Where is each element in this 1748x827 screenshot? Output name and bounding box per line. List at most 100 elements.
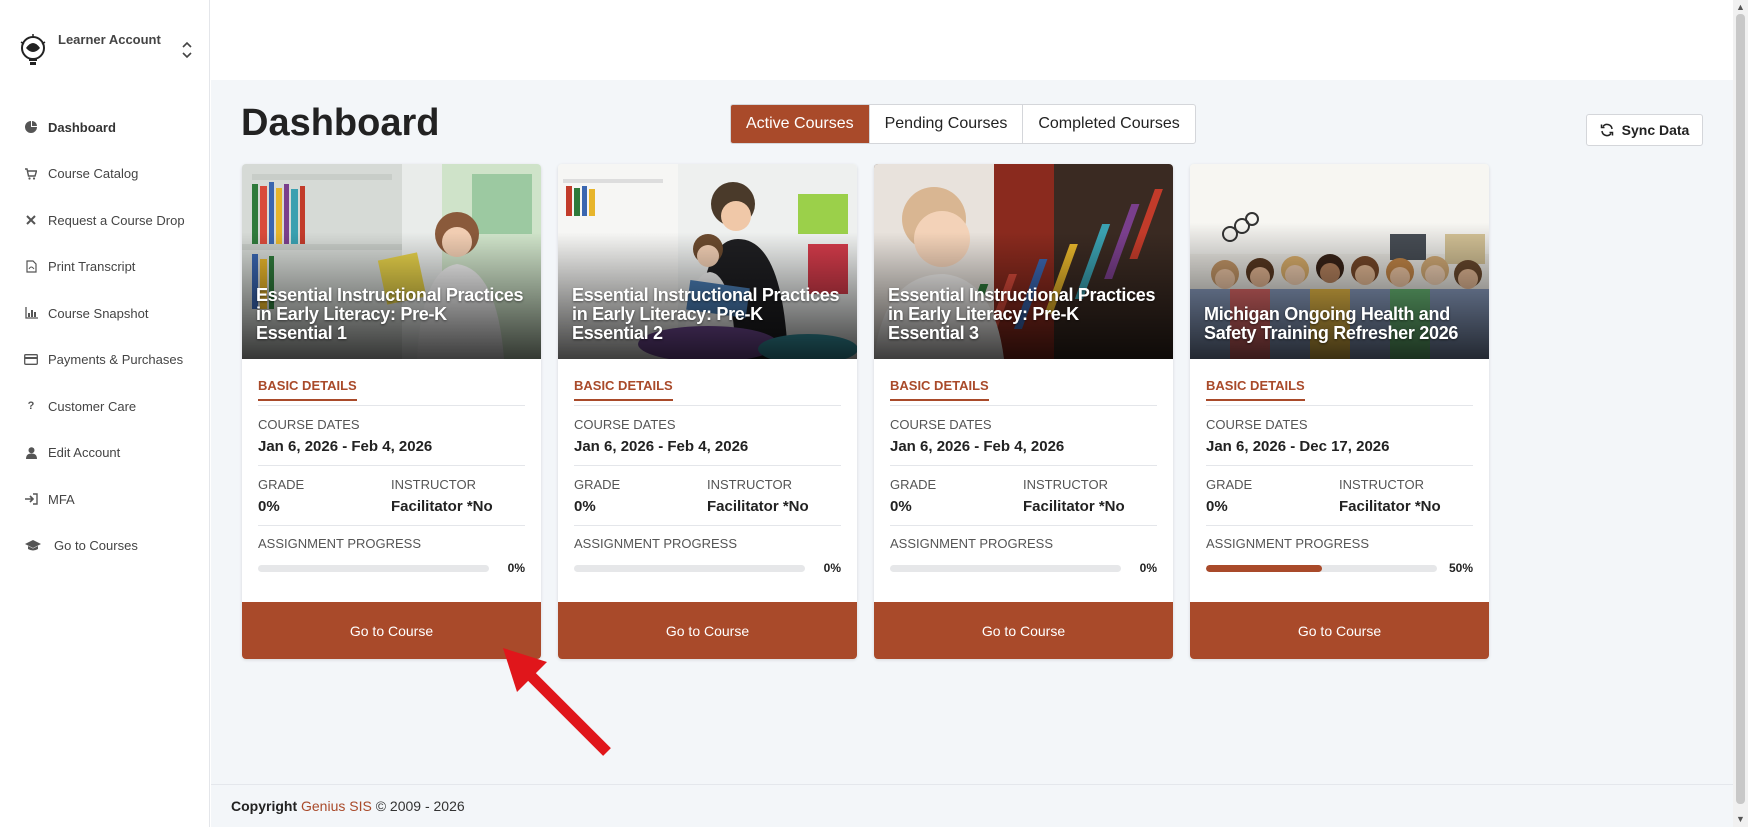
course-dates-label: COURSE DATES bbox=[574, 417, 676, 432]
go-to-course-button[interactable]: Go to Course bbox=[1190, 602, 1489, 659]
copyright-label: Copyright bbox=[231, 798, 298, 814]
instructor-label: INSTRUCTOR bbox=[1339, 477, 1424, 492]
tab-completed-courses[interactable]: Completed Courses bbox=[1023, 105, 1194, 143]
sidebar-item-label: Course Snapshot bbox=[48, 305, 149, 321]
cart-icon bbox=[24, 167, 38, 181]
course-details: BASIC DETAILS COURSE DATES Jan 6, 2026 -… bbox=[574, 359, 841, 575]
course-dates-label: COURSE DATES bbox=[1206, 417, 1308, 432]
scrollbar-thumb[interactable] bbox=[1736, 14, 1745, 804]
sidebar-item-label: Go to Courses bbox=[54, 538, 138, 554]
grade-value: 0% bbox=[574, 498, 596, 515]
sidebar-item-request-course-drop[interactable]: Request a Course Drop bbox=[0, 197, 210, 244]
basic-details-header: BASIC DETAILS bbox=[258, 377, 525, 406]
progress-percent: 50% bbox=[1448, 561, 1473, 575]
basic-details-label: BASIC DETAILS bbox=[258, 378, 357, 401]
sidebar-item-edit-account[interactable]: Edit Account bbox=[0, 430, 210, 477]
grade-instructor-row: GRADE 0% INSTRUCTOR Facilitator *No bbox=[1206, 466, 1473, 526]
instructor-label: INSTRUCTOR bbox=[1023, 477, 1108, 492]
course-card: Michigan Ongoing Health and Safety Train… bbox=[1190, 164, 1489, 659]
learner-logo-icon bbox=[20, 34, 46, 65]
instructor-label: INSTRUCTOR bbox=[707, 477, 792, 492]
sidebar-item-label: Course Catalog bbox=[48, 166, 139, 182]
sidebar-item-course-catalog[interactable]: Course Catalog bbox=[0, 151, 210, 198]
graduation-cap-icon bbox=[24, 539, 42, 553]
assignment-progress-row: ASSIGNMENT PROGRESS 0% bbox=[574, 526, 841, 575]
sidebar-item-label: Edit Account bbox=[48, 445, 121, 461]
sidebar-item-label: Dashboard bbox=[48, 119, 116, 135]
course-details: BASIC DETAILS COURSE DATES Jan 6, 2026 -… bbox=[1206, 359, 1473, 575]
course-details: BASIC DETAILS COURSE DATES Jan 6, 2026 -… bbox=[258, 359, 525, 575]
basic-details-header: BASIC DETAILS bbox=[1206, 377, 1473, 406]
sidebar-item-go-to-courses[interactable]: Go to Courses bbox=[0, 523, 210, 570]
course-title: Michigan Ongoing Health and Safety Train… bbox=[1204, 304, 1459, 343]
sync-data-label: Sync Data bbox=[1621, 122, 1690, 138]
assignment-progress-label: ASSIGNMENT PROGRESS bbox=[258, 536, 422, 551]
genius-sis-link[interactable]: Genius SIS bbox=[301, 798, 372, 814]
course-title: Essential Instructional Practices in Ear… bbox=[256, 285, 524, 343]
instructor-value: Facilitator *No bbox=[1339, 498, 1441, 515]
go-to-course-button[interactable]: Go to Course bbox=[874, 602, 1173, 659]
sync-icon bbox=[1600, 123, 1613, 137]
assignment-progress-row: ASSIGNMENT PROGRESS 0% bbox=[890, 526, 1157, 575]
grade-value: 0% bbox=[258, 498, 280, 515]
grade-label: GRADE bbox=[258, 477, 305, 492]
main-content: Dashboard Active Courses Pending Courses… bbox=[211, 80, 1733, 784]
course-dates-value: Jan 6, 2026 - Feb 4, 2026 bbox=[890, 438, 1065, 455]
scroll-down-icon[interactable]: ▼ bbox=[1735, 814, 1746, 824]
sidebar-item-label: Payments & Purchases bbox=[48, 352, 184, 368]
chart-icon bbox=[24, 306, 38, 320]
tab-pending-courses[interactable]: Pending Courses bbox=[870, 105, 1024, 143]
instructor-value: Facilitator *No bbox=[391, 498, 493, 515]
grade-instructor-row: GRADE 0% INSTRUCTOR Facilitator *No bbox=[890, 466, 1157, 526]
copyright-years: © 2009 - 2026 bbox=[375, 798, 465, 814]
course-image: Essential Instructional Practices in Ear… bbox=[874, 164, 1173, 359]
progress-fill bbox=[1206, 564, 1322, 572]
progress-bar bbox=[574, 564, 805, 572]
question-icon: ? bbox=[27, 400, 35, 413]
course-dates-label: COURSE DATES bbox=[258, 417, 360, 432]
assignment-progress-label: ASSIGNMENT PROGRESS bbox=[1206, 536, 1370, 551]
sidebar-item-dashboard[interactable]: Dashboard bbox=[0, 104, 210, 151]
course-title: Essential Instructional Practices in Ear… bbox=[572, 285, 840, 343]
page-scrollbar[interactable]: ▲ ▼ bbox=[1733, 0, 1748, 827]
sidebar-item-label: Customer Care bbox=[48, 398, 137, 414]
grade-label: GRADE bbox=[1206, 477, 1253, 492]
course-dates-label: COURSE DATES bbox=[890, 417, 992, 432]
progress-percent: 0% bbox=[823, 561, 841, 575]
sidebar-item-print-transcript[interactable]: Print Transcript bbox=[0, 244, 210, 291]
grade-label: GRADE bbox=[574, 477, 621, 492]
scroll-up-icon[interactable]: ▲ bbox=[1735, 2, 1746, 12]
pdf-icon bbox=[24, 260, 38, 274]
chevron-up-down-icon[interactable] bbox=[180, 38, 194, 62]
course-tabs: Active Courses Pending Courses Completed… bbox=[730, 104, 1196, 144]
grade-value: 0% bbox=[890, 498, 912, 515]
tab-active-courses[interactable]: Active Courses bbox=[731, 105, 870, 143]
assignment-progress-label: ASSIGNMENT PROGRESS bbox=[574, 536, 738, 551]
grade-instructor-row: GRADE 0% INSTRUCTOR Facilitator *No bbox=[258, 466, 525, 526]
course-dates-row: COURSE DATES Jan 6, 2026 - Feb 4, 2026 bbox=[258, 406, 525, 466]
sidebar-item-label: MFA bbox=[48, 491, 75, 507]
sidebar-item-customer-care[interactable]: ? Customer Care bbox=[0, 383, 210, 430]
account-switcher[interactable]: Learner Account bbox=[18, 30, 198, 70]
dashboard-icon bbox=[24, 120, 38, 134]
basic-details-header: BASIC DETAILS bbox=[890, 377, 1157, 406]
instructor-label: INSTRUCTOR bbox=[391, 477, 476, 492]
basic-details-label: BASIC DETAILS bbox=[1206, 378, 1305, 401]
course-title: Essential Instructional Practices in Ear… bbox=[888, 285, 1156, 343]
sidebar-item-mfa[interactable]: MFA bbox=[0, 476, 210, 523]
course-image: Michigan Ongoing Health and Safety Train… bbox=[1190, 164, 1489, 359]
assignment-progress-row: ASSIGNMENT PROGRESS 50% bbox=[1206, 526, 1473, 575]
assignment-progress-row: ASSIGNMENT PROGRESS 0% bbox=[258, 526, 525, 575]
sync-data-button[interactable]: Sync Data bbox=[1586, 114, 1703, 146]
sidebar-item-payments-purchases[interactable]: Payments & Purchases bbox=[0, 337, 210, 384]
basic-details-label: BASIC DETAILS bbox=[890, 378, 989, 401]
sidebar: Learner Account Dashboard Course Catalog… bbox=[0, 0, 210, 827]
course-details: BASIC DETAILS COURSE DATES Jan 6, 2026 -… bbox=[890, 359, 1157, 575]
account-name: Learner Account bbox=[58, 32, 161, 47]
sidebar-item-course-snapshot[interactable]: Course Snapshot bbox=[0, 290, 210, 337]
basic-details-header: BASIC DETAILS bbox=[574, 377, 841, 406]
credit-card-icon bbox=[24, 353, 38, 367]
progress-bar bbox=[890, 564, 1121, 572]
course-card: Essential Instructional Practices in Ear… bbox=[874, 164, 1173, 659]
course-image: Essential Instructional Practices in Ear… bbox=[242, 164, 541, 359]
